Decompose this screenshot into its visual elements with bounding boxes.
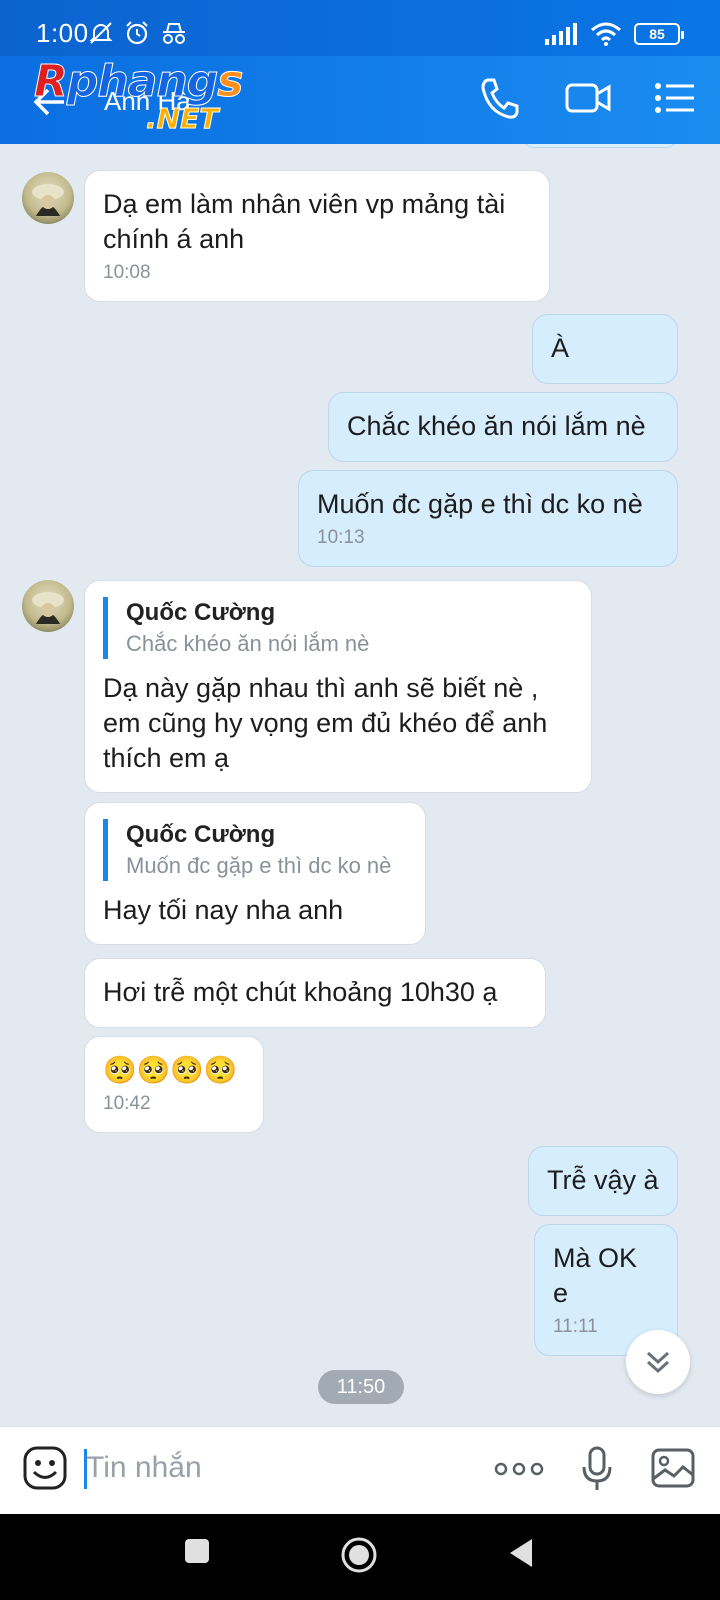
message-time: 10:13	[317, 527, 365, 548]
recent-apps-icon[interactable]	[182, 1536, 212, 1566]
image-gallery-icon[interactable]	[650, 1445, 696, 1491]
message-text: Dạ này gặp nhau thì anh sẽ biết nè , em …	[103, 673, 548, 773]
more-options-icon[interactable]	[494, 1457, 544, 1481]
mute-bell-icon	[89, 22, 113, 44]
message-text: Mà OK e	[553, 1243, 638, 1308]
sticker-emoji-icon[interactable]	[22, 1445, 68, 1491]
message-bubble-incoming[interactable]: Quốc Cường Muốn đc gặp e thì dc ko nè Ha…	[84, 802, 426, 945]
double-chevron-down-icon	[646, 1351, 670, 1374]
message-text: Dạ em làm nhân viên vp mảng tài chính á …	[103, 189, 506, 254]
message-bubble-outgoing[interactable]: À	[532, 314, 678, 384]
message-bubble-incoming[interactable]: 🥺🥺🥺🥺 10:42	[84, 1036, 264, 1133]
message-bubble-outgoing[interactable]: Muốn đc gặp e thì dc ko nè 10:13	[298, 470, 678, 567]
quote-text: Chắc khéo ăn nói lắm nè	[126, 631, 370, 656]
scroll-to-bottom-button[interactable]	[626, 1330, 690, 1394]
quote-author: Quốc Cường	[126, 599, 276, 626]
alarm-icon	[126, 21, 148, 45]
incognito-icon	[163, 23, 185, 44]
message-text: Hơi trễ một chút khoảng 10h30 ạ	[103, 977, 498, 1007]
system-navigation-bar	[0, 1514, 720, 1600]
status-bar: 1:00 85	[0, 0, 720, 56]
battery-level: 85	[649, 26, 665, 42]
previous-message-partial	[522, 144, 678, 148]
message-text: Hay tối nay nha anh	[103, 895, 344, 925]
message-bubble-incoming[interactable]: Hơi trễ một chút khoảng 10h30 ạ	[84, 958, 546, 1028]
avatar-image	[32, 592, 64, 624]
message-bubble-incoming[interactable]: Quốc Cường Chắc khéo ăn nói lắm nè Dạ nà…	[84, 580, 592, 793]
message-time: 10:42	[103, 1093, 151, 1114]
watermark-suffix: .NET	[145, 102, 219, 136]
avatar-image	[32, 184, 64, 216]
phone-icon[interactable]	[480, 76, 520, 120]
wifi-icon	[591, 22, 621, 46]
message-bubble-outgoing[interactable]: Trễ vậy à	[528, 1146, 678, 1216]
signal-icon	[545, 23, 577, 45]
battery-icon: 85	[634, 23, 684, 45]
message-bubble-incoming[interactable]: Dạ em làm nhân viên vp mảng tài chính á …	[84, 170, 550, 302]
message-text: Trễ vậy à	[547, 1165, 659, 1195]
status-time: 1:00	[36, 18, 89, 48]
menu-list-icon[interactable]	[654, 76, 696, 120]
watermark-part2: phang	[66, 56, 218, 107]
video-icon[interactable]	[564, 76, 612, 120]
watermark-part3: s	[217, 56, 244, 107]
avatar[interactable]	[22, 172, 74, 224]
watermark-logo: Rphangs	[34, 56, 244, 107]
quoted-message[interactable]: Quốc Cường Muốn đc gặp e thì dc ko nè	[103, 819, 407, 881]
message-text: Muốn đc gặp e thì dc ko nè	[317, 489, 643, 519]
message-composer: Tin nhắn	[0, 1426, 720, 1514]
back-nav-icon[interactable]	[506, 1536, 536, 1570]
watermark-part1: R	[34, 56, 69, 107]
home-icon[interactable]	[340, 1536, 378, 1574]
message-list[interactable]: Dạ em làm nhân viên vp mảng tài chính á …	[0, 144, 720, 1426]
quoted-message[interactable]: Quốc Cường Chắc khéo ăn nói lắm nè	[103, 597, 573, 659]
message-text: 🥺🥺🥺🥺	[103, 1055, 238, 1085]
message-time: 10:08	[103, 262, 151, 283]
quote-author: Quốc Cường	[126, 821, 276, 848]
avatar[interactable]	[22, 580, 74, 632]
message-text: À	[551, 333, 570, 363]
quote-text: Muốn đc gặp e thì dc ko nè	[126, 853, 392, 878]
chat-header: Anh Hà Rphangs .NET	[0, 56, 720, 144]
message-input[interactable]: Tin nhắn	[86, 1451, 202, 1485]
time-divider: 11:50	[318, 1370, 404, 1404]
microphone-icon[interactable]	[580, 1445, 614, 1493]
message-bubble-outgoing[interactable]: Chắc khéo ăn nói lắm nè	[328, 392, 678, 462]
message-text: Chắc khéo ăn nói lắm nè	[347, 411, 646, 441]
